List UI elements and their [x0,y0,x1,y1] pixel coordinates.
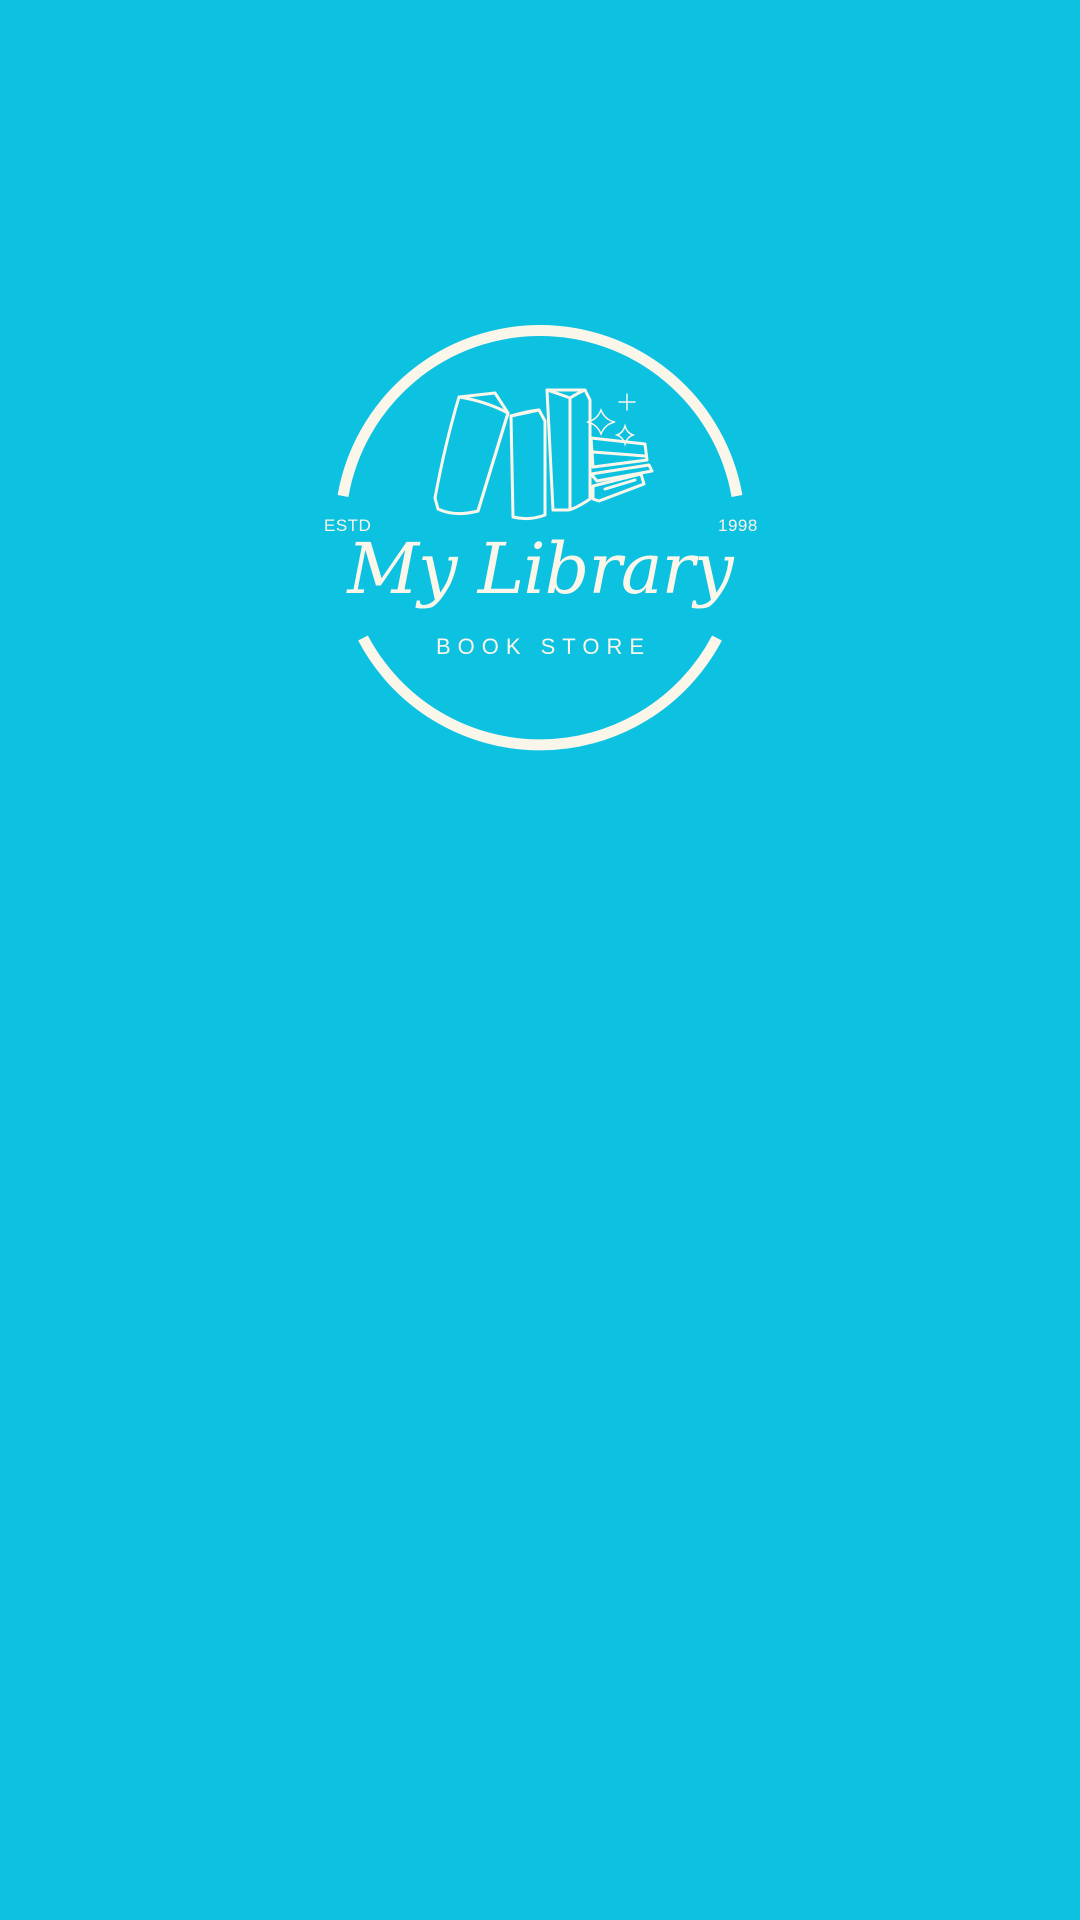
splash-screen: ESTD 1998 My Library BOOK STORE [0,0,1080,1920]
books-stack-icon [433,388,654,521]
brand-logo: ESTD 1998 My Library BOOK STORE [300,320,780,760]
brand-subtitle: BOOK STORE [435,634,652,659]
brand-title: My Library [347,528,733,610]
